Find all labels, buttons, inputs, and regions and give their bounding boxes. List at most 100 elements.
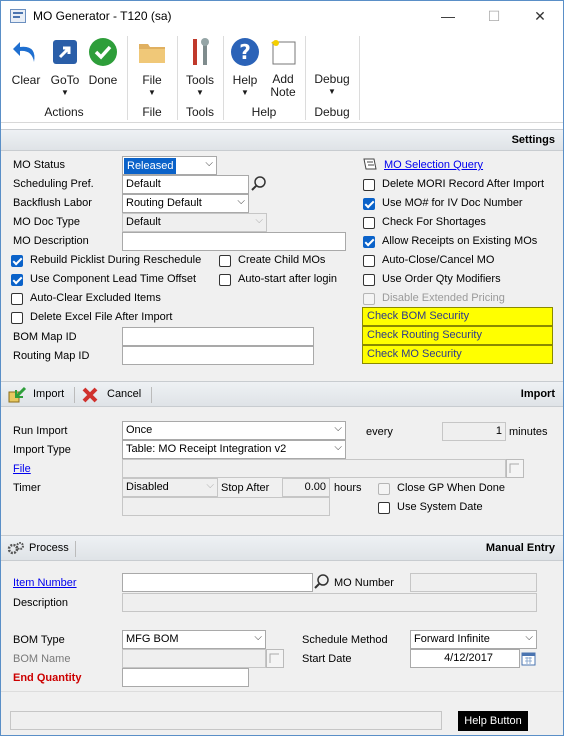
run-import-select[interactable]: Once ⌵ [122,421,346,440]
done-button[interactable]: Done [85,36,121,87]
mo-generator-window: MO Generator - T120 (sa) — ☐ ✕ Clear GoT… [0,0,564,736]
mo-status-value: Released [124,158,177,174]
toolbar-divider [151,387,152,403]
bom-type-select[interactable]: MFG BOM ⌵ [122,630,266,649]
window-title: MO Generator - T120 (sa) [33,9,172,23]
backflush-labor-value: Routing Default [126,197,202,209]
description-field[interactable] [122,593,537,612]
use-system-date-checkbox[interactable] [378,502,390,514]
every-label: every [366,426,393,438]
create-child-label: Create Child MOs [238,254,326,266]
mo-status-select[interactable]: Released ⌵ [122,156,217,175]
file-path-field[interactable] [122,459,506,478]
import-panel: Run Import Once ⌵ every 1 minutes Import… [1,407,563,535]
mo-doc-type-select[interactable]: Default ⌵ [122,213,267,232]
mo-doc-type-value: Default [126,216,161,228]
lookup-icon[interactable] [313,573,331,591]
timer-value: Disabled [126,481,169,493]
stop-after-field[interactable]: 0.00 [282,478,330,497]
tools-icon [193,38,209,65]
check-shortages-label: Check For Shortages [382,216,486,228]
cancel-label: Cancel [107,388,142,400]
mo-doc-type-label: MO Doc Type [13,216,81,228]
mo-description-field[interactable] [122,232,346,251]
check-bom-security-button[interactable]: Check BOM Security [362,307,553,326]
folder-icon [139,44,165,63]
import-title: Import [520,388,555,400]
calendar-icon[interactable] [521,651,536,666]
done-label: Done [88,73,118,87]
lookup-icon[interactable] [250,175,268,193]
clear-button[interactable]: Clear [7,36,45,87]
goto-button[interactable]: GoTo ▼ [46,36,84,97]
backflush-labor-label: Backflush Labor [13,197,92,209]
minutes-label: minutes [509,426,548,438]
scheduling-pref-field[interactable]: Default [122,175,249,194]
rebuild-picklist-checkbox[interactable] [11,255,23,267]
bom-name-lookup-button[interactable] [266,649,284,668]
manual-entry-header: Process Manual Entry [1,535,563,561]
scheduling-pref-label: Scheduling Pref. [13,178,94,190]
close-button[interactable]: ✕ [517,1,563,32]
toolbar-divider [74,387,75,403]
backflush-labor-select[interactable]: Routing Default ⌵ [122,194,249,213]
check-mo-security-button[interactable]: Check MO Security [362,345,553,364]
import-label: Import [33,388,65,400]
manual-entry-title: Manual Entry [485,542,555,554]
create-child-checkbox[interactable] [219,255,231,267]
bom-type-label: BOM Type [13,634,65,646]
dropdown-arrow-icon: ▼ [61,88,69,97]
start-date-field[interactable]: 4/12/2017 [410,649,520,668]
chevron-down-icon: ⌵ [237,196,245,207]
process-label: Process [29,542,69,554]
check-routing-security-button[interactable]: Check Routing Security [362,326,553,345]
mo-selection-query-link[interactable]: MO Selection Query [384,159,483,171]
import-type-select[interactable]: Table: MO Receipt Integration v2 ⌵ [122,440,346,459]
minimize-button[interactable]: — [425,1,471,32]
debug-menu-button[interactable]: Debug ▼ [309,72,355,96]
close-gp-checkbox[interactable] [378,483,390,495]
timer-select[interactable]: Disabled ⌵ [122,478,218,497]
goto-label: GoTo [50,73,80,87]
autostart-login-checkbox[interactable] [219,274,231,286]
mo-number-field[interactable] [410,573,537,592]
end-quantity-field[interactable] [122,668,249,687]
settings-panel: MO Status Released ⌵ Scheduling Pref. De… [1,151,563,381]
allow-receipts-checkbox[interactable] [363,236,375,248]
use-order-qty-checkbox[interactable] [363,274,375,286]
every-interval-field[interactable]: 1 [442,422,506,441]
schedule-method-select[interactable]: Forward Infinite ⌵ [410,630,537,649]
item-number-link[interactable]: Item Number [13,577,77,589]
add-note-label-2: Note [270,85,296,99]
chevron-down-icon: ⌵ [334,423,342,434]
delete-mori-checkbox[interactable] [363,179,375,191]
routing-map-field[interactable] [122,346,314,365]
disable-ext-pricing-checkbox[interactable] [363,293,375,305]
use-component-lead-checkbox[interactable] [11,274,23,286]
file-menu-button[interactable]: File ▼ [135,36,169,97]
help-menu-button[interactable]: ? Help ▼ [227,36,263,97]
bom-map-label: BOM Map ID [13,331,77,343]
browse-file-button[interactable] [506,459,524,478]
autoclear-excluded-checkbox[interactable] [11,293,23,305]
tools-menu-button[interactable]: Tools ▼ [183,36,217,97]
undo-icon [13,42,35,62]
routing-map-label: Routing Map ID [13,350,90,362]
run-import-value: Once [126,424,153,436]
add-note-button[interactable]: Add Note [265,36,301,99]
check-shortages-checkbox[interactable] [363,217,375,229]
autoclose-checkbox[interactable] [363,255,375,267]
maximize-button[interactable]: ☐ [471,1,517,32]
settings-header: Settings [1,129,563,151]
use-mo-number-checkbox[interactable] [363,198,375,210]
bom-map-field[interactable] [122,327,314,346]
ribbon: Clear GoTo ▼ Done Actions File ▼ File To… [1,32,563,123]
help-button[interactable]: Help Button [458,711,528,731]
import-type-label: Import Type [13,444,71,456]
bom-name-field[interactable] [122,649,266,668]
mo-description-label: MO Description [13,235,89,247]
item-number-field[interactable] [122,573,313,592]
file-link[interactable]: File [13,463,31,475]
autoclose-label: Auto-Close/Cancel MO [382,254,495,266]
delete-excel-checkbox[interactable] [11,312,23,324]
